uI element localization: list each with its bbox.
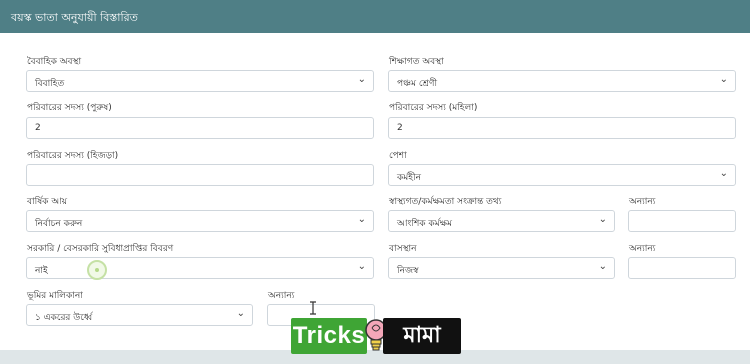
text-cursor-icon bbox=[310, 301, 316, 315]
profession-select[interactable]: কর্মহীন ⌄ bbox=[388, 164, 736, 186]
chevron-down-icon: ⌄ bbox=[357, 74, 366, 85]
govt-benefits-label: সরকারি / বেসরকারি সুবিধাপ্রাপ্তির বিবরণ bbox=[27, 244, 174, 254]
watermark-tricks: Tricks bbox=[291, 318, 367, 354]
residence-value: নিজস্ব bbox=[397, 266, 419, 276]
marital-status-select[interactable]: বিবাহিত ⌄ bbox=[26, 70, 374, 92]
residence-other-input[interactable] bbox=[628, 257, 736, 279]
profession-label: পেশা bbox=[389, 151, 407, 161]
marital-status-label: বৈবাহিক অবস্থা bbox=[27, 57, 82, 67]
chevron-down-icon: ⌄ bbox=[598, 261, 607, 272]
watermark-logo: Tricks মামা bbox=[291, 316, 461, 358]
family-female-input[interactable]: 2 bbox=[388, 117, 736, 139]
annual-income-label: বার্ষিক আয় bbox=[27, 197, 68, 207]
health-value: আংশিক কর্মক্ষম bbox=[397, 219, 453, 229]
govt-benefits-value: নাই bbox=[35, 266, 48, 276]
chevron-down-icon: ⌄ bbox=[357, 261, 366, 272]
residence-select[interactable]: নিজস্ব ⌄ bbox=[388, 257, 615, 279]
family-male-value: 2 bbox=[35, 123, 41, 133]
annual-income-value: নির্বাচন করুন bbox=[35, 219, 83, 229]
education-label: শিক্ষাগত অবস্থা bbox=[389, 57, 444, 67]
chevron-down-icon: ⌄ bbox=[719, 74, 728, 85]
family-female-label: পরিবারের সদস্য (মহিলা) bbox=[389, 103, 478, 113]
govt-benefits-select[interactable]: নাই ⌄ bbox=[26, 257, 374, 279]
family-male-input[interactable]: 2 bbox=[26, 117, 374, 139]
family-male-label: পরিবারের সদস্য (পুরুষ) bbox=[27, 103, 112, 113]
education-select[interactable]: পঞ্চম শ্রেণী ⌄ bbox=[388, 70, 736, 92]
land-select[interactable]: ১ একরের উর্ধ্বে ⌄ bbox=[26, 304, 253, 326]
chevron-down-icon: ⌄ bbox=[236, 308, 245, 319]
health-other-label: অন্যান্য bbox=[629, 197, 656, 207]
land-other-label: অন্যান্য bbox=[268, 291, 295, 301]
education-value: পঞ্চম শ্রেণী bbox=[397, 79, 438, 89]
family-hijra-label: পরিবারের সদস্য (হিজড়া) bbox=[27, 151, 119, 161]
residence-label: বাসস্থান bbox=[389, 244, 417, 254]
family-female-value: 2 bbox=[397, 123, 403, 133]
land-value: ১ একরের উর্ধ্বে bbox=[35, 313, 93, 323]
chevron-down-icon: ⌄ bbox=[357, 214, 366, 225]
chevron-down-icon: ⌄ bbox=[598, 214, 607, 225]
profession-value: কর্মহীন bbox=[397, 173, 421, 183]
click-indicator-icon bbox=[87, 260, 107, 280]
annual-income-select[interactable]: নির্বাচন করুন ⌄ bbox=[26, 210, 374, 232]
marital-status-value: বিবাহিত bbox=[35, 79, 65, 89]
health-label: স্বাস্থ্যগত/কর্মক্ষমতা সংক্রান্ত তথ্য bbox=[389, 197, 502, 207]
health-select[interactable]: আংশিক কর্মক্ষম ⌄ bbox=[388, 210, 615, 232]
chevron-down-icon: ⌄ bbox=[719, 168, 728, 179]
panel-header: বয়স্ক ভাতা অনুযায়ী বিস্তারিত bbox=[0, 0, 750, 33]
land-label: ভূমির মালিকানা bbox=[27, 291, 83, 301]
watermark-mama: মামা bbox=[383, 318, 461, 354]
residence-other-label: অন্যান্য bbox=[629, 244, 656, 254]
family-hijra-input[interactable] bbox=[26, 164, 374, 186]
health-other-input[interactable] bbox=[628, 210, 736, 232]
panel-title: বয়স্ক ভাতা অনুযায়ী বিস্তারিত bbox=[11, 11, 138, 24]
